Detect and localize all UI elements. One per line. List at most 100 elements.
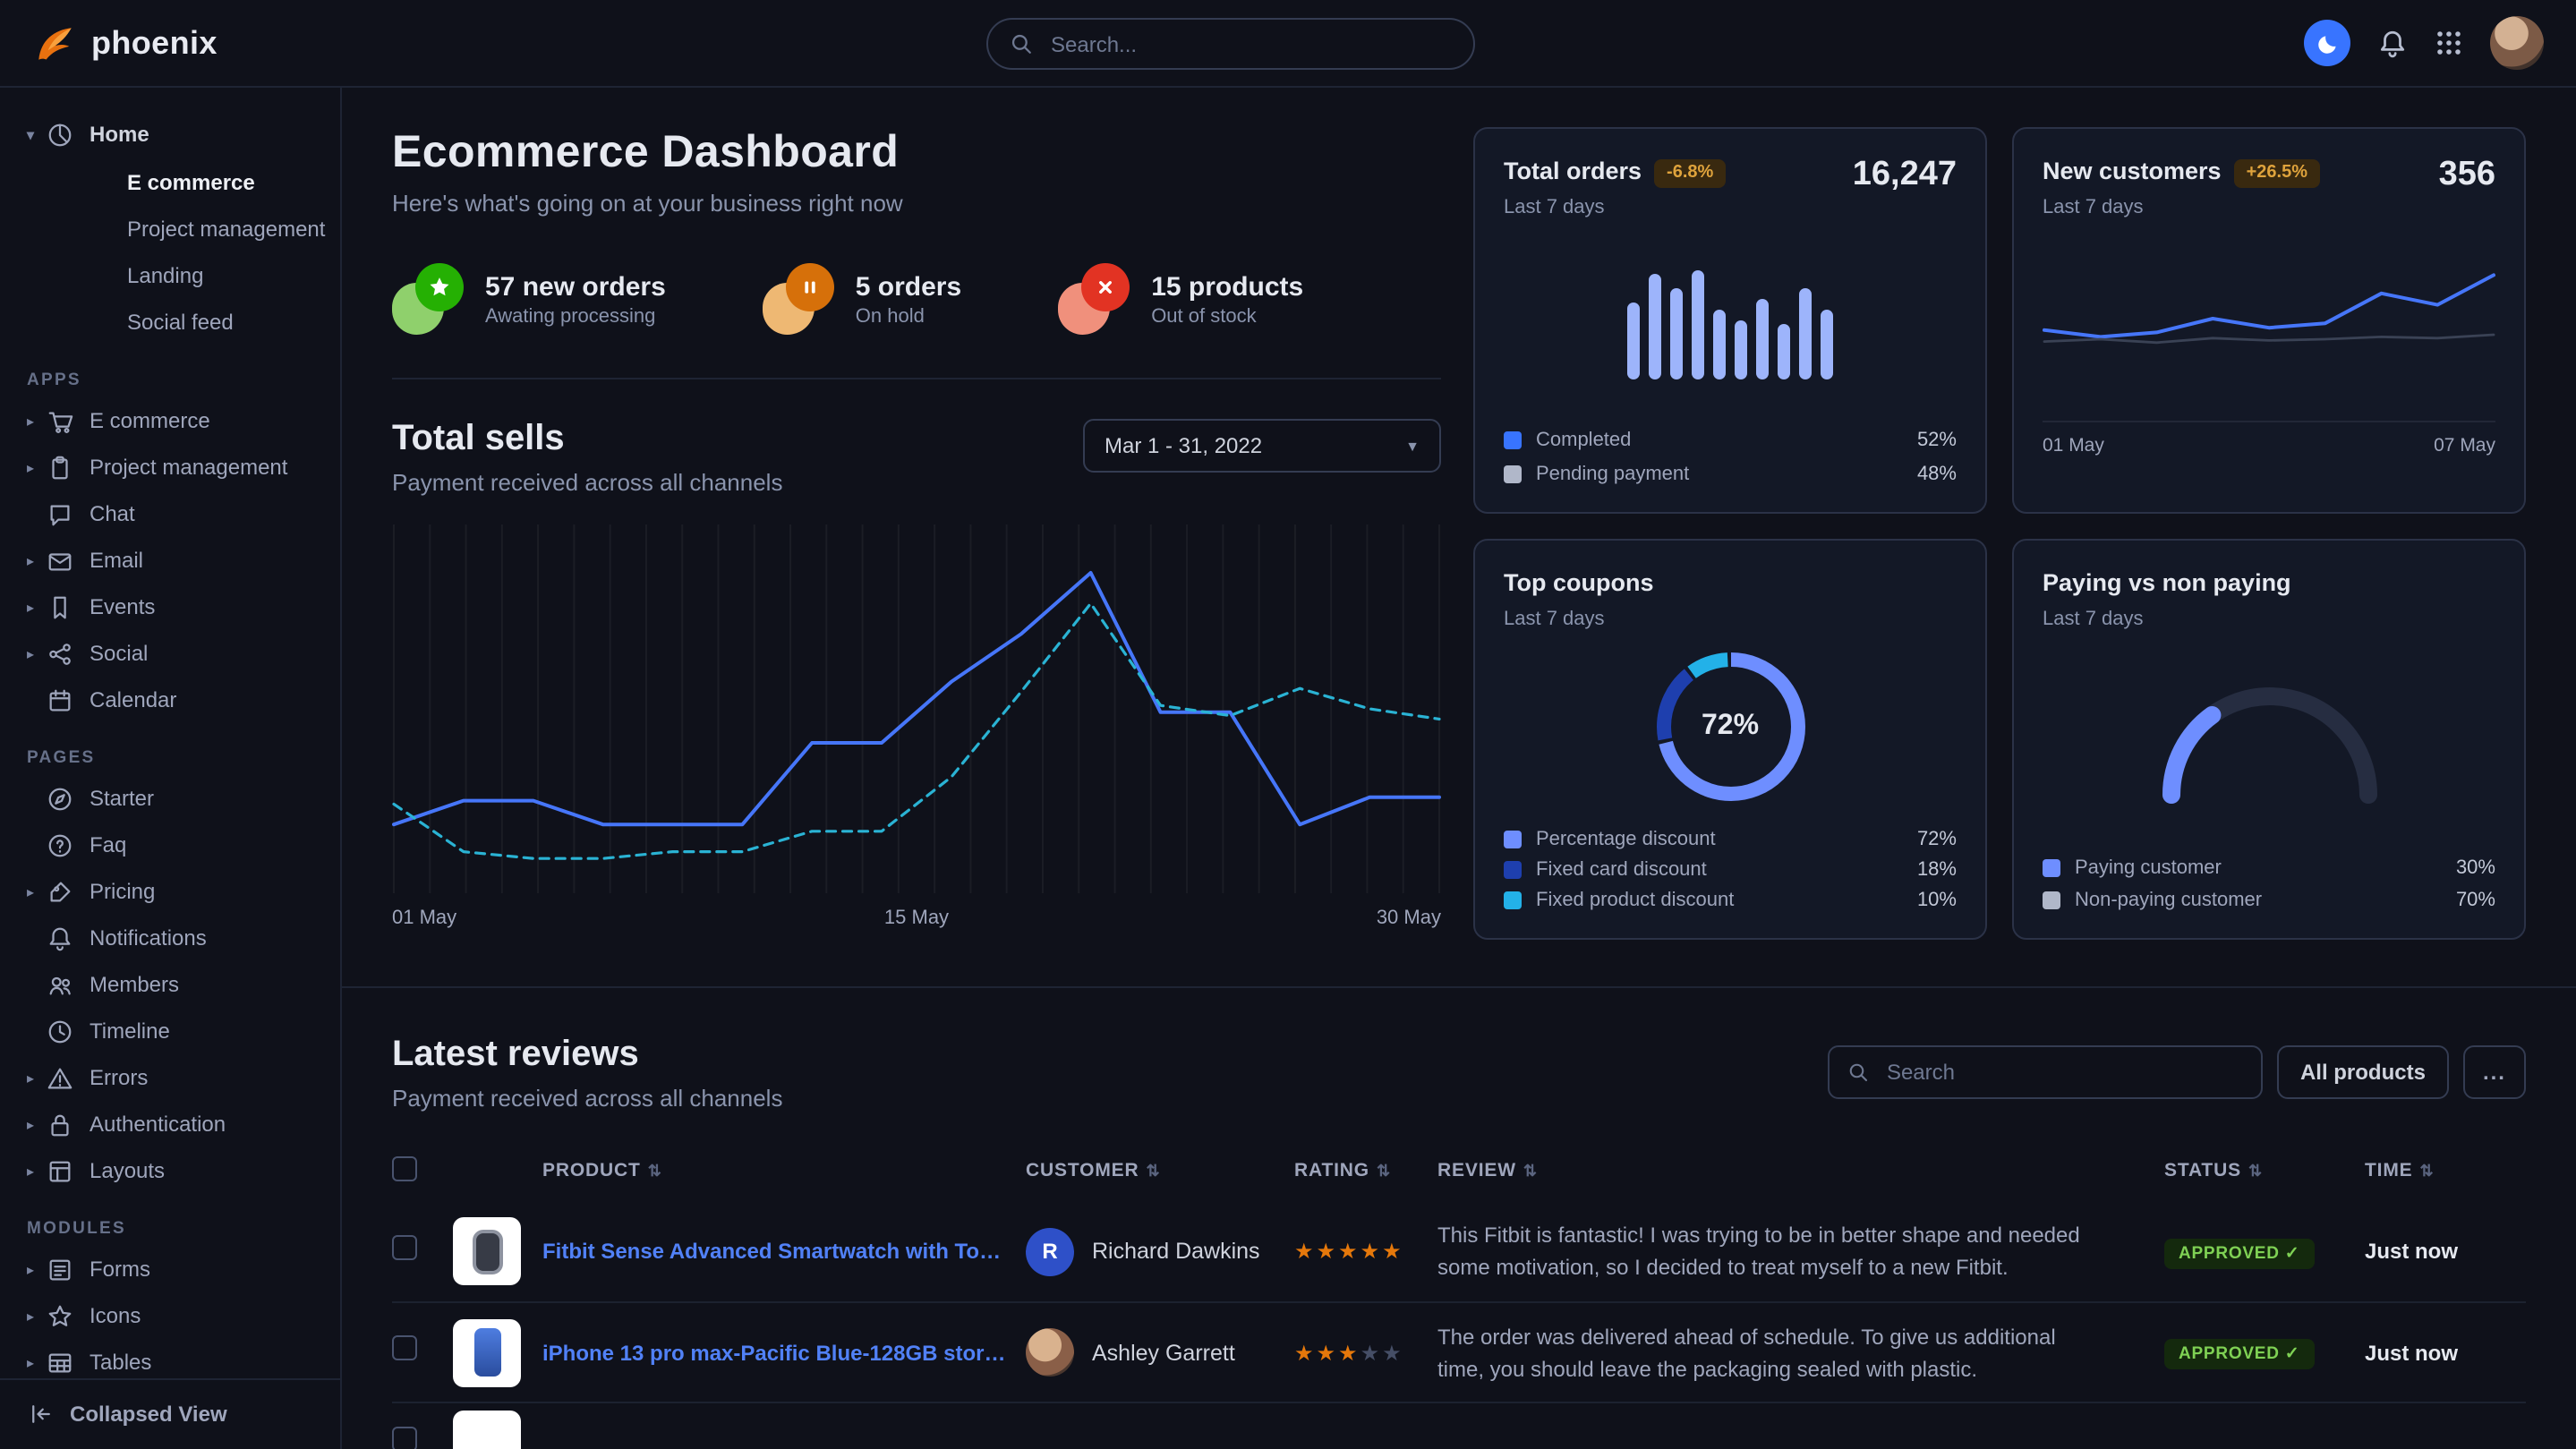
column-header-product[interactable]: PRODUCT⇅	[453, 1160, 1026, 1181]
bell-icon[interactable]	[2377, 28, 2408, 58]
product-thumbnail	[453, 1318, 521, 1386]
dashboard-left-column: Ecommerce Dashboard Here's what's going …	[392, 127, 1441, 940]
phoenix-logo-icon	[32, 21, 77, 65]
sidebar-item-label: Chat	[90, 501, 135, 526]
caret-right-icon: ▸	[27, 1308, 47, 1324]
sort-icon: ⇅	[1147, 1161, 1161, 1181]
sidebar-item-project-management[interactable]: ▸ Project management	[0, 444, 340, 490]
card-value: 356	[2439, 156, 2495, 195]
product-link[interactable]: Fitbit Sense Advanced Smartwatch with To…	[542, 1239, 1008, 1264]
table-row	[392, 1402, 2526, 1449]
grid-apps-icon[interactable]	[2435, 29, 2463, 57]
caret-right-icon: ▸	[27, 459, 47, 475]
legend-value: 10%	[1917, 890, 1957, 911]
column-header-time[interactable]: TIME⇅	[2365, 1160, 2526, 1181]
sidebar-item-events[interactable]: ▸Events	[0, 584, 340, 630]
brand[interactable]: phoenix	[32, 21, 218, 65]
card-value: 16,247	[1853, 156, 1957, 195]
order-bar	[1649, 274, 1661, 379]
card-period: Last 7 days	[2043, 197, 2320, 218]
sidebar-item-e-commerce[interactable]: E commerce	[0, 159, 340, 206]
reviews-search-input[interactable]	[1883, 1058, 2243, 1087]
legend-label: Percentage discount	[1536, 829, 1716, 850]
users-icon	[47, 971, 73, 998]
legend-swatch	[2043, 859, 2060, 877]
sidebar-item-authentication[interactable]: ▸Authentication	[0, 1101, 340, 1147]
legend-label: Fixed product discount	[1536, 890, 1734, 911]
sidebar-item-home[interactable]: ▾Home	[0, 109, 340, 159]
sort-icon: ⇅	[1523, 1161, 1538, 1181]
sidebar-item-errors[interactable]: ▸Errors	[0, 1054, 340, 1101]
column-header-review[interactable]: REVIEW⇅	[1437, 1160, 2164, 1181]
sidebar-item-label: Project management	[90, 455, 287, 480]
sidebar-item-calendar[interactable]: Calendar	[0, 677, 340, 723]
card-period: Last 7 days	[1504, 197, 1726, 218]
top-coupons-card: Top coupons Last 7 days 72% Percentage d…	[1473, 539, 1987, 940]
brand-name: phoenix	[91, 24, 218, 62]
order-bar	[1821, 310, 1833, 379]
caret-right-icon: ▸	[27, 599, 47, 615]
sidebar-item-tables[interactable]: ▸Tables	[0, 1339, 340, 1377]
total-sells-title: Total sells	[392, 419, 782, 460]
reviews-subtitle: Payment received across all channels	[392, 1085, 782, 1112]
more-actions-button[interactable]: ...	[2463, 1045, 2526, 1099]
sidebar-item-label: E commerce	[90, 408, 210, 433]
user-avatar[interactable]	[2490, 16, 2544, 70]
sidebar-item-starter[interactable]: Starter	[0, 775, 340, 822]
theme-toggle-moon-icon[interactable]	[2304, 20, 2350, 66]
sidebar-item-faq[interactable]: Faq	[0, 822, 340, 868]
column-header-status[interactable]: STATUS⇅	[2164, 1160, 2365, 1181]
date-range-select[interactable]: Mar 1 - 31, 2022 ▼	[1083, 419, 1441, 473]
legend-value: 72%	[1917, 829, 1957, 850]
legend-swatch	[1504, 891, 1522, 909]
legend-item: Pending payment48%	[1504, 464, 1957, 485]
order-bar	[1799, 288, 1812, 379]
reviews-table: PRODUCT⇅ CUSTOMER⇅ RATING⇅ REVIEW⇅ STATU…	[392, 1140, 2526, 1449]
legend-label: Non-paying customer	[2075, 890, 2262, 911]
search-input[interactable]	[1047, 30, 1452, 58]
legend-value: 18%	[1917, 859, 1957, 881]
sidebar-item-landing[interactable]: Landing	[0, 252, 340, 299]
row-checkbox[interactable]	[392, 1234, 417, 1259]
sidebar-item-label: Layouts	[90, 1158, 165, 1183]
coupons-donut-chart: 72%	[1648, 644, 1813, 809]
column-header-rating[interactable]: RATING⇅	[1294, 1160, 1437, 1181]
sidebar-item-label: Members	[90, 972, 179, 997]
sidebar-item-forms[interactable]: ▸Forms	[0, 1246, 340, 1292]
sidebar-item-layouts[interactable]: ▸Layouts	[0, 1147, 340, 1194]
star-icon	[47, 1302, 73, 1329]
sidebar-nav: ▾HomeE commerceProject managementLanding…	[0, 109, 340, 1377]
product-link[interactable]: iPhone 13 pro max-Pacific Blue-128GB sto…	[542, 1340, 1008, 1365]
order-stats: 57 new orders Awating processing 5 order…	[392, 263, 1441, 335]
all-products-button[interactable]: All products	[2277, 1045, 2449, 1099]
change-badge: -6.8%	[1654, 158, 1726, 187]
row-checkbox[interactable]	[392, 1335, 417, 1360]
sidebar-item-label: Email	[90, 548, 143, 573]
x-axis-label: 01 May	[392, 908, 456, 929]
sidebar-item-social-feed[interactable]: Social feed	[0, 299, 340, 345]
sidebar-item-label: Social	[90, 641, 148, 666]
sort-icon: ⇅	[2248, 1161, 2263, 1181]
sidebar-item-social[interactable]: ▸Social	[0, 630, 340, 677]
orders-bar-chart	[1504, 236, 1957, 379]
sidebar-item-notifications[interactable]: Notifications	[0, 915, 340, 961]
sidebar-item-label: Icons	[90, 1303, 141, 1328]
row-checkbox[interactable]	[392, 1427, 417, 1449]
sidebar-item-email[interactable]: ▸Email	[0, 537, 340, 584]
select-all-checkbox[interactable]	[392, 1155, 417, 1181]
sidebar-item-e-commerce[interactable]: ▸E commerce	[0, 397, 340, 444]
sidebar-item-members[interactable]: Members	[0, 961, 340, 1008]
sidebar-item-project-management[interactable]: Project management	[0, 206, 340, 252]
collapsed-view-toggle[interactable]: Collapsed View	[0, 1377, 340, 1449]
sidebar-item-icons[interactable]: ▸ Icons	[0, 1292, 340, 1339]
sidebar-item-timeline[interactable]: Timeline	[0, 1008, 340, 1054]
sidebar-item-chat[interactable]: Chat	[0, 490, 340, 537]
sidebar-item-pricing[interactable]: ▸Pricing	[0, 868, 340, 915]
sort-icon: ⇅	[648, 1161, 662, 1181]
table-row: iPhone 13 pro max-Pacific Blue-128GB sto…	[392, 1301, 2526, 1402]
pause-badge-icon	[763, 263, 834, 335]
sidebar-item-label: Timeline	[90, 1019, 170, 1044]
caret-right-icon: ▸	[27, 1354, 47, 1370]
reviews-controls: All products ...	[1828, 1045, 2526, 1099]
column-header-customer[interactable]: CUSTOMER⇅	[1026, 1160, 1294, 1181]
